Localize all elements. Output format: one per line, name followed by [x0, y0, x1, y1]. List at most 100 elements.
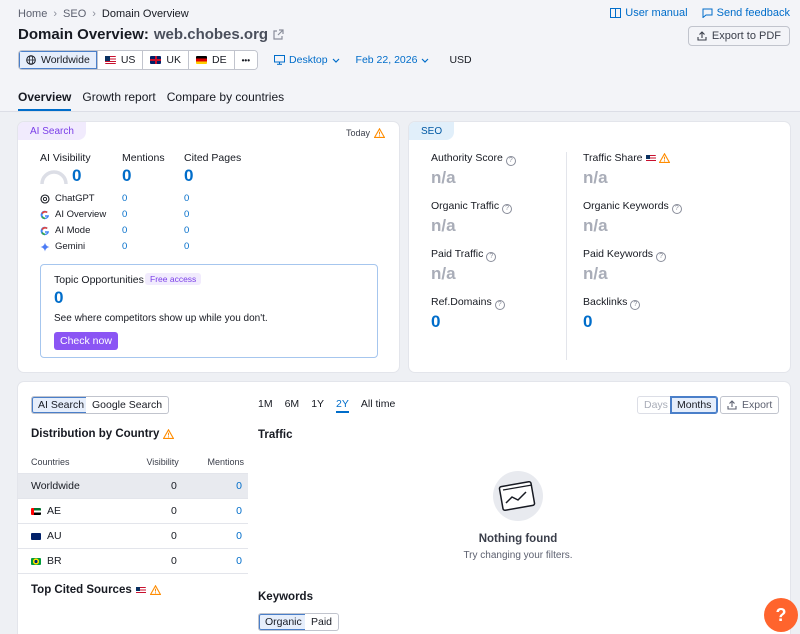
export-button[interactable]: Export: [720, 396, 780, 414]
row-mentions[interactable]: 0: [178, 523, 248, 549]
col-countries: Countries: [18, 451, 124, 474]
row-visibility: 0: [123, 523, 179, 549]
authority-score-value: n/a: [431, 168, 456, 187]
region-worldwide[interactable]: Worldwide: [19, 51, 98, 69]
google-icon: [40, 210, 49, 219]
book-icon: [610, 8, 622, 18]
table-row[interactable]: AE 0 0: [18, 498, 248, 524]
tab-compare-by-countries[interactable]: Compare by countries: [167, 90, 284, 111]
row-mentions[interactable]: 0: [178, 473, 248, 499]
date-dropdown[interactable]: Feb 22, 2026: [356, 54, 430, 66]
tab-growth-report[interactable]: Growth report: [82, 90, 155, 111]
period-selector: 1M 6M 1Y 2Y All time: [258, 398, 395, 413]
page-header: Home › SEO › Domain Overview User manual…: [0, 0, 800, 112]
source-chatgpt: ChatGPT: [40, 193, 95, 204]
seo-card: SEO Authority Score? n/a Traffic Share n…: [409, 122, 790, 372]
breadcrumb-home[interactable]: Home: [18, 8, 47, 20]
region-us[interactable]: US: [97, 51, 144, 69]
source-cited: 0: [184, 225, 190, 236]
au-flag-icon: [31, 532, 41, 540]
date-label: Feb 22, 2026: [355, 54, 418, 66]
help-button[interactable]: ?: [764, 598, 798, 632]
warning-icon: [374, 128, 385, 138]
paid-keywords-value: n/a: [583, 264, 608, 283]
user-manual-link[interactable]: User manual: [610, 7, 688, 19]
visibility-gauge: [40, 170, 68, 185]
info-icon: ?: [486, 252, 497, 262]
row-country: AE: [47, 504, 62, 517]
breadcrumb-seo[interactable]: SEO: [63, 8, 86, 20]
ai-visibility-value: 0: [72, 166, 82, 185]
source-name: ChatGPT: [55, 193, 95, 204]
chevron-right-icon: ›: [53, 8, 58, 20]
row-visibility: 0: [123, 548, 179, 574]
months-toggle[interactable]: Months: [670, 396, 719, 414]
row-visibility: 0: [123, 473, 179, 499]
device-label: Desktop: [289, 54, 328, 66]
period-1m[interactable]: 1M: [258, 398, 273, 413]
send-feedback-link[interactable]: Send feedback: [702, 7, 790, 19]
cited-pages-value: 0: [184, 166, 194, 185]
table-row[interactable]: BR 0 0: [18, 548, 248, 574]
topic-value: 0: [54, 288, 64, 307]
traffic-title: Traffic: [258, 429, 293, 441]
details-card: AI Search Google Search 1M 6M 1Y 2Y All …: [18, 382, 790, 634]
currency-label: USD: [449, 54, 472, 66]
ai-search-toggle[interactable]: AI Search: [31, 396, 92, 414]
us-flag-icon: [645, 154, 656, 162]
source-cited: 0: [184, 209, 190, 220]
mentions-value: 0: [122, 166, 132, 185]
ref-domains-value[interactable]: 0: [431, 312, 440, 332]
google-icon: [40, 226, 49, 235]
page-title: Domain Overview: web.chobes.org: [18, 26, 284, 43]
region-uk[interactable]: UK: [143, 51, 190, 69]
info-icon: ?: [505, 156, 516, 166]
more-regions-button[interactable]: •••: [234, 51, 258, 69]
source-cited: 0: [184, 193, 190, 204]
period-6m[interactable]: 6M: [285, 398, 300, 413]
organic-keywords-value: n/a: [583, 216, 608, 235]
row-country: BR: [47, 554, 62, 567]
uk-flag-icon: [150, 56, 162, 64]
backlinks-value[interactable]: 0: [583, 312, 592, 332]
period-1y[interactable]: 1Y: [311, 398, 324, 413]
tab-overview[interactable]: Overview: [18, 90, 72, 111]
title-prefix: Domain Overview:: [18, 26, 149, 43]
period-2y[interactable]: 2Y: [336, 398, 349, 413]
device-dropdown[interactable]: Desktop: [274, 54, 340, 66]
ai-search-card: AI Search Today AI Visibility Mentions C…: [18, 122, 399, 372]
empty-chart-icon: [493, 471, 543, 521]
table-row[interactable]: AU 0 0: [18, 523, 248, 549]
topic-title: Topic Opportunities: [54, 274, 144, 286]
source-name: AI Overview: [55, 209, 107, 220]
google-search-toggle[interactable]: Google Search: [86, 396, 170, 414]
chevron-right-icon: ›: [92, 8, 96, 20]
row-mentions[interactable]: 0: [178, 548, 248, 574]
breadcrumb-current: Domain Overview: [101, 8, 189, 20]
external-link-icon[interactable]: [273, 29, 284, 40]
paid-traffic-label: Paid Traffic?: [431, 248, 497, 262]
organic-toggle[interactable]: Organic: [258, 613, 309, 631]
top-cited-title: Top Cited Sources: [31, 584, 161, 596]
source-name: AI Mode: [55, 225, 91, 236]
row-country: AU: [47, 529, 62, 542]
keywords-title: Keywords: [258, 591, 313, 603]
paid-toggle[interactable]: Paid: [305, 613, 340, 631]
check-now-button[interactable]: Check now: [54, 332, 118, 350]
export-pdf-button[interactable]: Export to PDF: [687, 26, 790, 46]
period-all-time[interactable]: All time: [361, 398, 395, 413]
info-icon: ?: [630, 300, 641, 310]
organic-keywords-label: Organic Keywords?: [583, 200, 682, 214]
table-row[interactable]: Worldwide 0 0: [18, 473, 248, 499]
desktop-icon: [274, 55, 286, 65]
domain-name: web.chobes.org: [153, 26, 269, 43]
row-mentions[interactable]: 0: [178, 498, 248, 524]
region-de[interactable]: DE: [189, 51, 235, 69]
warning-icon: [149, 585, 161, 595]
warning-icon: [163, 429, 175, 439]
chevron-down-icon: [422, 58, 429, 63]
gemini-icon: [40, 242, 50, 251]
source-name: Gemini: [55, 241, 86, 252]
backlinks-label: Backlinks?: [583, 296, 641, 310]
ref-domains-label: Ref.Domains?: [431, 296, 505, 310]
